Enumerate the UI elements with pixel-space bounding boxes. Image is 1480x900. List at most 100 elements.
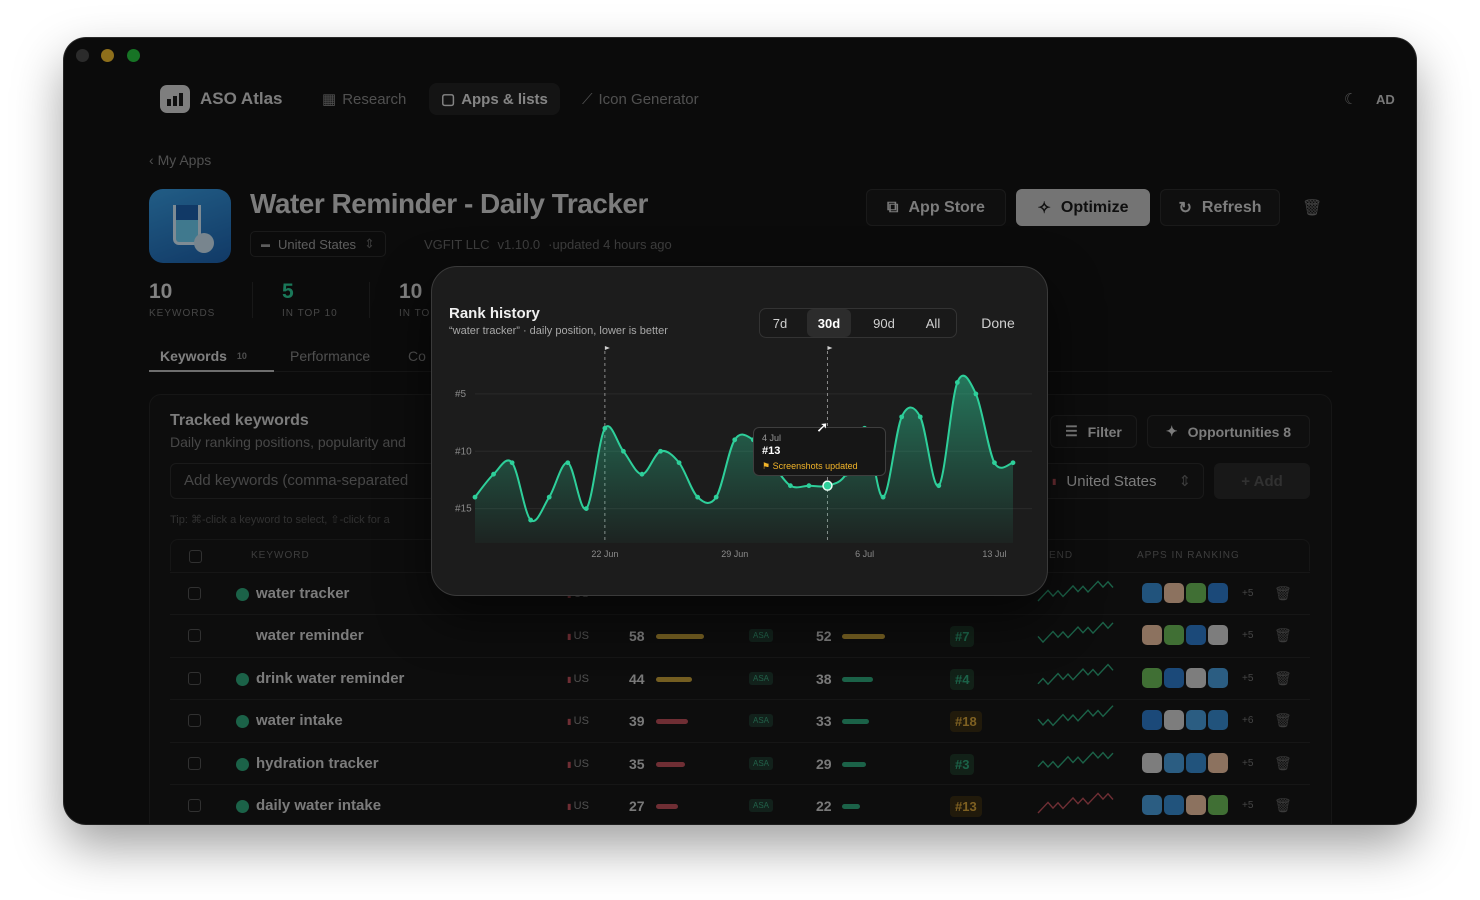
keyword-text: hydration tracker — [256, 754, 379, 772]
ranking-app-icon[interactable] — [1164, 710, 1184, 731]
ranking-app-icon[interactable] — [1142, 710, 1162, 731]
ranking-app-icon[interactable] — [1164, 583, 1184, 603]
row-checkbox[interactable] — [188, 671, 201, 685]
popularity-bar — [656, 804, 679, 809]
difficulty-value: 38 — [816, 670, 832, 687]
close-window-button[interactable] — [76, 49, 89, 62]
theme-toggle-icon[interactable]: ☾ — [1344, 90, 1357, 108]
ranking-app-icon[interactable] — [1208, 710, 1228, 731]
ranking-app-icon[interactable] — [1208, 583, 1228, 603]
ranking-app-icon[interactable] — [1186, 752, 1206, 773]
rank-point — [936, 483, 942, 489]
ranking-app-icon[interactable] — [1208, 667, 1228, 688]
row-checkbox[interactable] — [188, 629, 201, 643]
keyword-column-header[interactable]: KEYWORD — [251, 550, 310, 561]
table-row[interactable]: daily water intake ▮ US 27 ASA 22 #13 +5 🗑 — [170, 784, 1310, 824]
user-avatar[interactable]: AD — [1376, 92, 1395, 107]
difficulty-bar — [842, 761, 866, 767]
ranking-app-icon[interactable] — [1186, 583, 1206, 603]
add-keywords-input[interactable]: Add keywords (comma-separated — [170, 463, 450, 499]
row-checkbox[interactable] — [188, 714, 201, 728]
stat-top10-label: IN TOP 10 — [282, 308, 338, 319]
app-icon — [149, 189, 231, 263]
table-row[interactable]: water intake ▮ US 39 ASA 33 #18 +6 🗑 — [170, 699, 1310, 741]
stat-keywords-label: KEYWORDS — [149, 308, 216, 319]
row-checkbox[interactable] — [188, 587, 201, 600]
nav-research-label: Research — [342, 90, 407, 108]
zoom-window-button[interactable] — [127, 49, 140, 62]
opportunities-button[interactable]: ✦ Opportunities 8 — [1147, 415, 1310, 448]
tooltip-rank: #13 — [762, 445, 781, 457]
more-apps-count: +5 — [1242, 588, 1254, 599]
apps-column-header[interactable]: APPS IN RANKING — [1137, 550, 1240, 561]
rank-badge: #18 — [950, 711, 982, 733]
keyword-text: daily water intake — [256, 797, 382, 814]
delete-app-icon[interactable]: 🗑 — [1302, 198, 1322, 218]
ranking-app-icon[interactable] — [1164, 795, 1184, 815]
trend-sparkline — [1037, 792, 1114, 814]
ranking-app-icon[interactable] — [1186, 625, 1206, 646]
filter-button[interactable]: ☰ Filter — [1050, 415, 1137, 448]
ranking-app-icon[interactable] — [1142, 667, 1162, 688]
trash-icon[interactable]: 🗑 — [1274, 627, 1292, 644]
row-country: ▮ US — [567, 630, 589, 642]
opportunities-label: Opportunities 8 — [1187, 423, 1292, 440]
row-checkbox[interactable] — [188, 799, 201, 812]
refresh-icon: ↻ — [1178, 199, 1192, 217]
trash-icon[interactable]: 🗑 — [1274, 797, 1292, 814]
tab-keywords-label: Keywords — [160, 348, 227, 364]
ranking-app-icon[interactable] — [1208, 795, 1228, 815]
tracked-country-select[interactable]: ▮ United States ⇕ — [1039, 463, 1204, 499]
ranking-app-icon[interactable] — [1186, 710, 1206, 731]
ranking-app-icon[interactable] — [1142, 752, 1162, 773]
ranking-app-icon[interactable] — [1208, 752, 1228, 773]
developer-name: VGFIT LLC — [424, 237, 490, 252]
tab-performance[interactable]: Performance — [290, 348, 370, 364]
trash-icon[interactable]: 🗑 — [1274, 585, 1292, 602]
row-checkbox[interactable] — [188, 756, 201, 770]
table-row[interactable]: hydration tracker ▮ US 35 ASA 29 #3 +5 🗑 — [170, 741, 1310, 784]
trend-sparkline — [1037, 621, 1114, 644]
trash-icon[interactable]: 🗑 — [1274, 712, 1292, 729]
nav-research[interactable]: ▦ Research — [310, 83, 418, 115]
trash-icon[interactable]: 🗑 — [1274, 755, 1292, 772]
app-store-label: App Store — [908, 198, 985, 216]
ranking-app-icon[interactable] — [1186, 667, 1206, 688]
rank-history-chart[interactable]: #5 #10 #15 22 Jun 29 Jun 6 Jul 13 Jul — [432, 267, 1049, 597]
refresh-button[interactable]: ↻ Refresh — [1160, 189, 1280, 226]
optimize-button[interactable]: ✧ Optimize — [1016, 189, 1150, 226]
tab-third[interactable]: Co — [408, 348, 426, 364]
nav-icon-generator[interactable]: ⟋ Icon Generator — [570, 83, 711, 115]
add-keyword-button[interactable]: + Add — [1214, 463, 1310, 499]
asa-badge: ASA — [749, 714, 774, 728]
ranking-app-icon[interactable] — [1164, 752, 1184, 773]
minimize-window-button[interactable] — [101, 49, 114, 62]
nav-apps-lists[interactable]: ▢ Apps & lists — [429, 83, 560, 115]
trend-column-header[interactable]: END — [1049, 550, 1073, 561]
ranking-app-icon[interactable] — [1142, 583, 1162, 603]
ranking-app-icon[interactable] — [1142, 795, 1162, 815]
trash-icon[interactable]: 🗑 — [1274, 670, 1292, 687]
country-selector[interactable]: ▬ United States ⇕ — [250, 231, 386, 257]
ranking-app-icon[interactable] — [1142, 625, 1162, 646]
x-tick-label: 6 Jul — [855, 549, 874, 559]
rank-badge: #4 — [950, 668, 975, 690]
table-row[interactable]: water reminder ▮ US 58 ASA 52 #7 +5 🗑 — [170, 614, 1310, 656]
tab-keywords[interactable]: Keywords 10 — [149, 348, 274, 372]
table-row[interactable]: drink water reminder ▮ US 44 ASA 38 #4 +5 🗑 — [170, 656, 1310, 699]
app-store-button[interactable]: ⧉ App Store — [866, 189, 1006, 226]
rank-point — [639, 471, 645, 477]
ranking-app-icon[interactable] — [1186, 795, 1206, 815]
tooltip-date: 4 Jul — [762, 433, 782, 443]
rank-point — [621, 448, 626, 454]
ranking-app-icon[interactable] — [1164, 667, 1184, 688]
ranking-app-icon[interactable] — [1164, 625, 1184, 646]
ranking-app-icon[interactable] — [1208, 625, 1228, 646]
filter-label: Filter — [1087, 423, 1122, 440]
wand-icon: ⟋ — [582, 90, 593, 108]
app-brand[interactable]: ASO Atlas — [160, 85, 283, 113]
rank-point — [658, 448, 663, 454]
select-all-checkbox[interactable] — [189, 550, 202, 563]
rank-point — [806, 483, 812, 489]
breadcrumb[interactable]: ‹ My Apps — [149, 152, 211, 168]
